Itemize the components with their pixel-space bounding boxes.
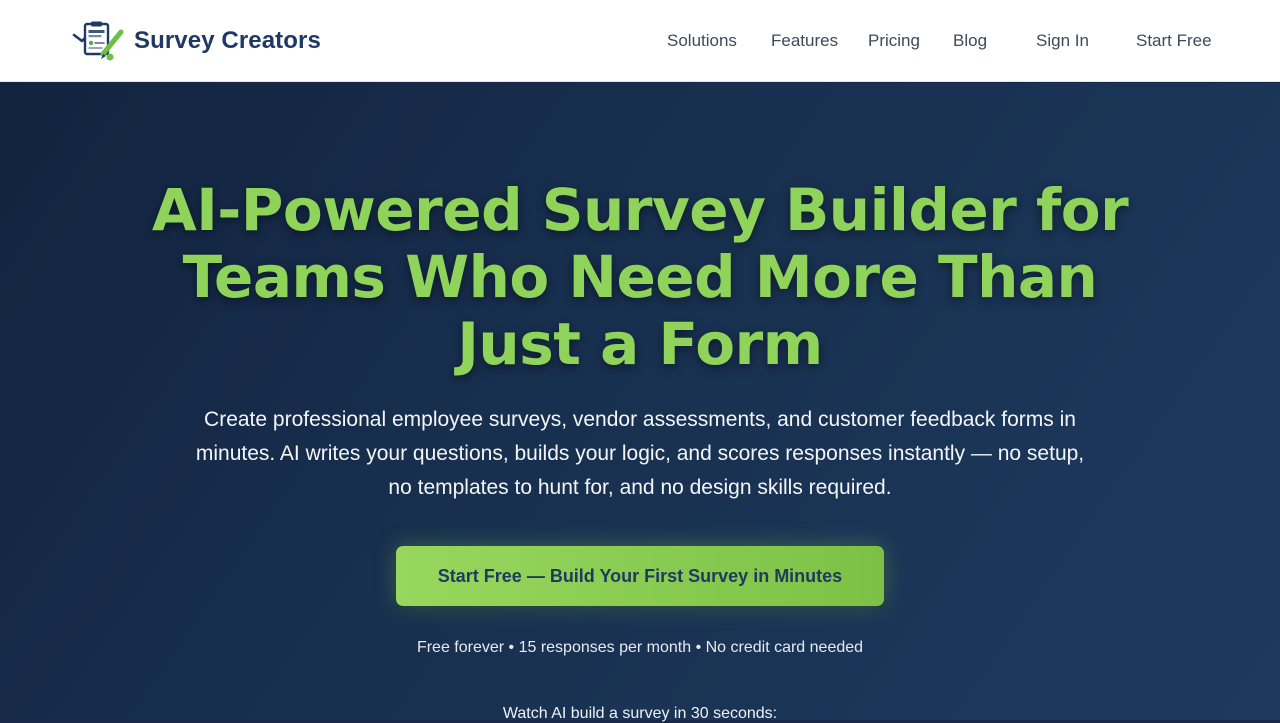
brand-home-link[interactable]: Survey Creators bbox=[72, 20, 321, 62]
nav-link-blog[interactable]: Blog bbox=[953, 31, 987, 51]
hero-subtitle: Create professional employee surveys, ve… bbox=[195, 408, 1085, 499]
nav-item-pricing-wrap: Pricing bbox=[868, 0, 920, 82]
brand-name: Survey Creators bbox=[134, 27, 321, 54]
cta-fineprint: Free forever • 15 responses per month • … bbox=[416, 639, 864, 656]
hero-section: AI-Powered Survey Builder for Teams Who … bbox=[0, 83, 1280, 722]
nav-item-solutions-wrap: Solutions bbox=[667, 0, 737, 82]
nav-item-features-wrap: Features bbox=[771, 0, 838, 82]
hero-title: AI-Powered Survey Builder for Teams Who … bbox=[151, 176, 1129, 378]
nav-link-features[interactable]: Features bbox=[771, 31, 838, 51]
nav-link-pricing[interactable]: Pricing bbox=[868, 31, 920, 51]
start-free-link[interactable]: Start Free bbox=[1136, 31, 1212, 51]
clipboard-check-icon bbox=[72, 21, 124, 61]
nav-item-blog-wrap: Blog bbox=[953, 0, 987, 82]
start-free-cta-button[interactable]: Start Free — Build Your First Survey in … bbox=[396, 546, 884, 606]
nav-link-solutions[interactable]: Solutions bbox=[667, 31, 737, 51]
nav-item-signin-wrap: Sign In bbox=[1036, 0, 1089, 82]
watch-demo-label: Watch AI build a survey in 30 seconds: bbox=[502, 705, 778, 722]
nav-item-start-wrap: Start Free bbox=[1136, 0, 1212, 82]
site-header: Survey Creators Solutions Features Prici… bbox=[0, 0, 1280, 82]
sign-in-link[interactable]: Sign In bbox=[1036, 31, 1089, 51]
